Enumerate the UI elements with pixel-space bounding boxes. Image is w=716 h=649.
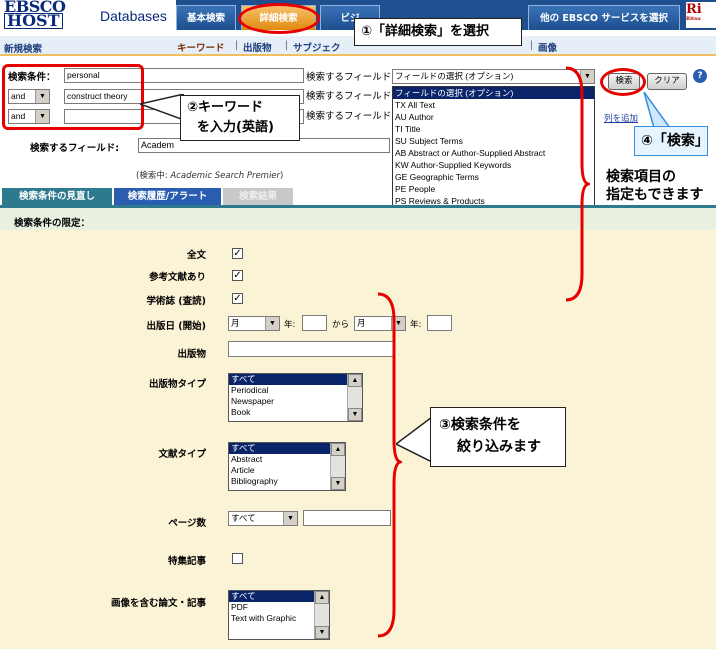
highlight-box-keywords bbox=[2, 64, 144, 130]
publication-input[interactable] bbox=[228, 341, 394, 357]
database-field-label: 検索するフィールド: bbox=[30, 143, 120, 154]
searching-prefix: (検索中: bbox=[136, 171, 171, 181]
publication-type-label: 出版物タイプ bbox=[148, 379, 206, 390]
searching-database-note: (検索中: Academic Search Premier) bbox=[136, 169, 283, 181]
list-item[interactable]: Periodical bbox=[229, 385, 362, 396]
step4-callout: ④「検索」 bbox=[634, 126, 709, 156]
from-year-label: 年: bbox=[284, 320, 296, 330]
list-item[interactable]: すべて bbox=[229, 374, 362, 385]
limits-bracket bbox=[377, 292, 402, 638]
scroll-down-icon[interactable]: ▼ bbox=[315, 626, 329, 639]
image-articles-label: 画像を含む論文・記事 bbox=[110, 598, 206, 609]
step4-pointer bbox=[643, 92, 670, 128]
subnav-keyword[interactable]: キーワード bbox=[177, 40, 225, 54]
new-search-link[interactable]: 新規検索 bbox=[4, 41, 42, 55]
cover-story-checkbox[interactable] bbox=[232, 553, 243, 564]
institution-logo: Ri Ritsu bbox=[686, 2, 716, 28]
scroll-up-icon[interactable]: ▲ bbox=[315, 591, 329, 604]
step2-line2: を入力(英語) bbox=[197, 120, 274, 135]
from-to-label: から bbox=[332, 320, 350, 330]
scroll-up-icon[interactable]: ▲ bbox=[331, 443, 345, 456]
scrollbar[interactable]: ▲ ▼ bbox=[330, 443, 345, 490]
field-note: 検索項目の 指定もできます bbox=[606, 168, 703, 204]
add-row-link[interactable]: 列を追加 bbox=[604, 112, 638, 124]
databases-label: Databases bbox=[100, 8, 167, 24]
step2-callout: ②キーワード を入力(英語) bbox=[180, 95, 300, 141]
from-month-value: 月 bbox=[231, 318, 240, 328]
field-label-2: 検索するフィールド bbox=[306, 91, 392, 102]
institution-logo-text: Ri bbox=[686, 2, 702, 17]
subnav-images[interactable]: 画像 bbox=[538, 40, 557, 54]
full-text-label: 全文 bbox=[186, 250, 206, 261]
pages-label: ページ数 bbox=[168, 518, 206, 529]
references-label: 参考文献あり bbox=[148, 272, 206, 283]
tab-search-results[interactable]: 検索結果 bbox=[223, 188, 293, 205]
field-label-3: 検索するフィールド bbox=[306, 111, 392, 122]
references-checkbox[interactable]: ✓ bbox=[232, 270, 243, 281]
scholarly-label: 学術誌 (査読) bbox=[146, 296, 207, 307]
limits-header-bar bbox=[0, 208, 716, 230]
step2-pointer bbox=[140, 94, 184, 120]
step2-line1: ②キーワード bbox=[187, 100, 264, 115]
list-item[interactable]: Article bbox=[229, 465, 345, 476]
full-text-checkbox[interactable]: ✓ bbox=[232, 248, 243, 259]
field-list-bracket bbox=[565, 66, 590, 302]
from-month-select[interactable]: 月 ▼ bbox=[228, 316, 280, 331]
tab-other-services[interactable]: 他の EBSCO サービスを選択 bbox=[528, 5, 680, 30]
list-item[interactable]: すべて bbox=[229, 443, 345, 454]
field-label-1: 検索するフィールド bbox=[306, 72, 392, 83]
document-type-label: 文献タイプ bbox=[158, 449, 206, 460]
subnav-separator: | bbox=[530, 40, 534, 51]
clear-button[interactable]: クリア bbox=[647, 73, 687, 90]
image-articles-list[interactable]: すべて PDF Text with Graphic ▲ ▼ bbox=[228, 590, 330, 640]
from-year-input[interactable] bbox=[302, 315, 327, 331]
scholarly-checkbox[interactable]: ✓ bbox=[232, 293, 243, 304]
to-year-label: 年: bbox=[410, 320, 422, 330]
searching-suffix: ) bbox=[280, 171, 284, 181]
list-item[interactable]: Abstract bbox=[229, 454, 345, 465]
limits-panel bbox=[0, 205, 716, 649]
subnav-subjects[interactable]: サブジェク bbox=[293, 40, 341, 54]
highlight-ring-advanced-tab bbox=[238, 3, 320, 34]
step3-line2: 絞り込みます bbox=[457, 439, 541, 455]
scroll-down-icon[interactable]: ▼ bbox=[348, 408, 362, 421]
pages-select-value: すべて bbox=[231, 513, 256, 523]
publication-type-list[interactable]: すべて Periodical Newspaper Book ▲ ▼ bbox=[228, 373, 363, 422]
subnav-separator: | bbox=[285, 40, 289, 51]
document-type-list[interactable]: すべて Abstract Article Bibliography ▲ ▼ bbox=[228, 442, 346, 491]
logo-text-bottom: HOST bbox=[4, 13, 63, 29]
to-year-input[interactable] bbox=[427, 315, 452, 331]
chevron-down-icon: ▼ bbox=[283, 512, 297, 525]
ebsco-logo: EBSCO HOST bbox=[0, 0, 100, 29]
step1-callout: ①「詳細検索」を選択 bbox=[354, 18, 522, 46]
publication-label: 出版物 bbox=[177, 349, 206, 360]
limits-title: 検索条件の限定： bbox=[14, 218, 91, 229]
tab-refine-search[interactable]: 検索条件の見直し bbox=[2, 188, 112, 205]
pages-select[interactable]: すべて ▼ bbox=[228, 511, 298, 526]
cover-story-label: 特集記事 bbox=[167, 556, 206, 567]
scroll-up-icon[interactable]: ▲ bbox=[348, 374, 362, 387]
tab-basic-search[interactable]: 基本検索 bbox=[176, 5, 236, 30]
list-item[interactable]: Bibliography bbox=[229, 476, 345, 487]
to-month-value: 月 bbox=[357, 318, 366, 328]
subnav-separator: | bbox=[235, 40, 239, 51]
searching-database-name: Academic Search Premier bbox=[170, 171, 281, 181]
tab-search-history[interactable]: 検索履歴/アラート bbox=[114, 188, 221, 205]
institution-logo-subtext: Ritsu bbox=[686, 16, 701, 22]
published-date-label: 出版日 (開始) bbox=[146, 321, 207, 332]
scrollbar[interactable]: ▲ ▼ bbox=[314, 591, 329, 639]
scroll-down-icon[interactable]: ▼ bbox=[331, 477, 345, 490]
help-icon[interactable]: ? bbox=[693, 69, 707, 83]
subnav-publications[interactable]: 出版物 bbox=[243, 40, 272, 54]
step3-line1: ③検索条件を bbox=[439, 417, 521, 433]
scrollbar[interactable]: ▲ ▼ bbox=[347, 374, 362, 421]
field-note-line1: 検索項目の bbox=[606, 169, 676, 185]
list-item[interactable]: Newspaper bbox=[229, 396, 362, 407]
step3-callout: ③検索条件を 絞り込みます bbox=[430, 407, 566, 467]
list-item[interactable]: Book bbox=[229, 407, 362, 418]
field-note-line2: 指定もできます bbox=[606, 187, 704, 203]
field-select-value: フィールドの選択 (オプション) bbox=[395, 71, 514, 81]
chevron-down-icon: ▼ bbox=[265, 317, 279, 330]
